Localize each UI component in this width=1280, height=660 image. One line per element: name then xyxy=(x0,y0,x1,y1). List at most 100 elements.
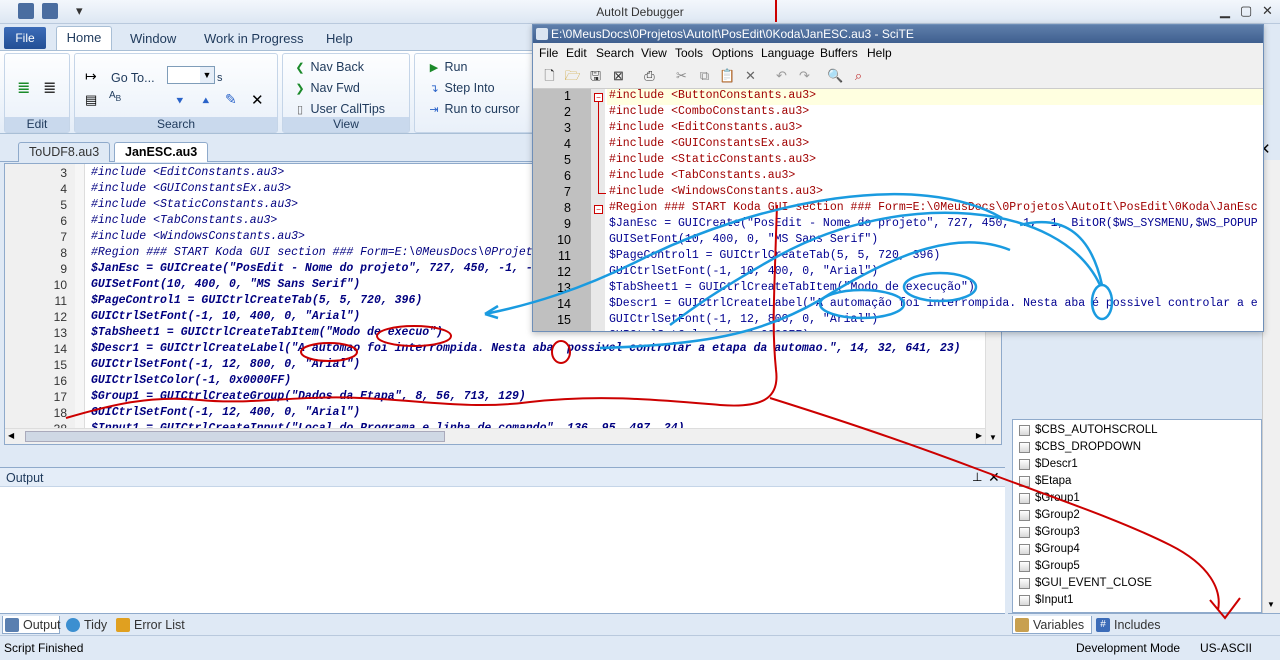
tab-window[interactable]: Window xyxy=(130,31,176,46)
tab-variables[interactable]: Variables xyxy=(1012,616,1092,634)
maximize-icon[interactable]: ▢ xyxy=(1240,3,1252,19)
scite-line[interactable]: 10 GUISetFont(10, 400, 0, "MS Sans Serif"… xyxy=(533,233,1263,249)
tab-work-in-progress[interactable]: Work in Progress xyxy=(204,31,303,46)
tab-help[interactable]: Help xyxy=(326,31,353,46)
menu-options[interactable]: Options xyxy=(712,46,753,60)
goto-button[interactable]: Go To... xyxy=(111,71,155,85)
scite-line[interactable]: 7 #include <WindowsConstants.au3> xyxy=(533,185,1263,201)
editor-horizontal-scrollbar[interactable]: ◀ ▶ xyxy=(5,428,985,444)
tab-error-list[interactable]: Error List xyxy=(114,616,185,634)
find-icon[interactable]: 🔍 xyxy=(827,67,844,84)
undo-icon[interactable]: ↶ xyxy=(773,67,790,84)
scite-line[interactable]: 14 $Descr1 = GUICtrlCreateLabel("A automa… xyxy=(533,297,1263,313)
menu-view[interactable]: View xyxy=(641,46,667,60)
find-prev-icon[interactable]: ⯅ xyxy=(201,94,211,109)
variable-icon xyxy=(1019,442,1030,453)
paste-icon[interactable]: 📋 xyxy=(719,67,736,84)
menu-tools[interactable]: Tools xyxy=(675,46,703,60)
menu-file[interactable]: File xyxy=(539,46,558,60)
pin-icon[interactable]: ⊥ xyxy=(972,470,982,484)
scite-line[interactable]: 8 #Region ### START Koda GUI section ### … xyxy=(533,201,1263,217)
replace-icon[interactable]: ⌕ xyxy=(850,67,867,84)
scite-line[interactable]: 13 $TabSheet1 = GUICtrlCreateTabItem("Mod… xyxy=(533,281,1263,297)
variable-item[interactable]: $Descr1 xyxy=(1017,456,1078,473)
save-icon[interactable]: 🖫 xyxy=(587,67,604,84)
outdent-icon[interactable]: ≣ xyxy=(43,78,56,98)
minimize-icon[interactable]: ▁ xyxy=(1220,3,1230,19)
copy-icon[interactable]: ⧉ xyxy=(696,67,713,84)
redo-icon[interactable]: ↷ xyxy=(796,67,813,84)
new-file-icon[interactable]: 🗋 xyxy=(541,67,558,84)
variable-item[interactable]: $Etapa xyxy=(1017,473,1071,490)
menu-help[interactable]: Help xyxy=(867,46,892,60)
variable-item[interactable]: $CBS_AUTOHSCROLL xyxy=(1017,422,1158,439)
menu-language[interactable]: Language xyxy=(761,46,814,60)
variable-item[interactable]: $Group1 xyxy=(1017,490,1080,507)
tab-home[interactable]: Home xyxy=(56,26,112,50)
variable-item[interactable]: $Input1 xyxy=(1017,592,1073,609)
variable-name: $Etapa xyxy=(1035,475,1072,487)
scroll-down-icon[interactable]: ▼ xyxy=(1267,600,1275,609)
scite-line[interactable]: 3 #include <EditConstants.au3> xyxy=(533,121,1263,137)
scite-line[interactable]: 2 #include <ComboConstants.au3> xyxy=(533,105,1263,121)
cut-icon[interactable]: ✂ xyxy=(673,67,690,84)
horizontal-scroll-thumb[interactable] xyxy=(25,431,445,442)
tab-includes[interactable]: # Includes xyxy=(1094,616,1161,634)
doc-tab-toudf8[interactable]: ToUDF8.au3 xyxy=(18,142,111,162)
scroll-left-icon[interactable]: ◀ xyxy=(8,431,14,440)
scroll-right-icon[interactable]: ▶ xyxy=(976,431,982,440)
output-body[interactable] xyxy=(0,487,1005,613)
scroll-down-icon[interactable]: ▼ xyxy=(989,433,997,442)
scite-line[interactable]: 6 #include <TabConstants.au3> xyxy=(533,169,1263,185)
tab-file[interactable]: File xyxy=(4,27,46,49)
find-icon[interactable]: ▤ xyxy=(85,92,97,108)
scite-line[interactable]: 15 GUICtrlSetFont(-1, 12, 800, 0, "Arial"… xyxy=(533,313,1263,329)
code-text: #include <StaticConstants.au3> xyxy=(91,198,299,211)
scite-line[interactable]: 4 #include <GUIConstantsEx.au3> xyxy=(533,137,1263,153)
variable-item[interactable]: $Group5 xyxy=(1017,558,1080,575)
menu-search[interactable]: Search xyxy=(596,46,634,60)
menu-buffers[interactable]: Buffers xyxy=(820,46,858,60)
variable-item[interactable]: $CBS_DROPDOWN xyxy=(1017,439,1141,456)
variable-item[interactable]: $Group4 xyxy=(1017,541,1080,558)
variable-item[interactable]: $Group2 xyxy=(1017,507,1080,524)
variable-item[interactable]: $GUI_EVENT_CLOSE xyxy=(1017,575,1152,592)
scite-line[interactable]: 16 GUICtrlSetColor(-1, 0x0000FF) xyxy=(533,329,1263,331)
scite-line[interactable]: 12 GUICtrlSetFont(-1, 10, 400, 0, "Arial"… xyxy=(533,265,1263,281)
line-number: 4 xyxy=(60,182,67,196)
scite-editor[interactable]: − − 1 #include <ButtonConstants.au3> 2 #inc… xyxy=(533,89,1263,331)
group-view: ❮ Nav Back ❯ Nav Fwd ▯ User CallTips Vie… xyxy=(282,53,410,133)
close-file-icon[interactable]: ⊠ xyxy=(610,67,627,84)
nav-back-button[interactable]: ❮ Nav Back xyxy=(293,60,364,74)
variables-panel[interactable]: $CBS_AUTOHSCROLL $CBS_DROPDOWN $Descr1 $Eta… xyxy=(1012,419,1262,613)
delete-icon[interactable]: ✕ xyxy=(742,67,759,84)
scite-window[interactable]: E:\0MeusDocs\0Projetos\AutoIt\PosEdit\0K… xyxy=(532,24,1264,332)
variable-item[interactable]: $Group3 xyxy=(1017,524,1080,541)
close-icon[interactable]: ✕ xyxy=(1262,3,1273,19)
tab-output[interactable]: Output xyxy=(2,616,61,634)
indent-icon[interactable]: ≣ xyxy=(17,78,30,98)
find-next-icon[interactable]: ⯆ xyxy=(175,94,185,109)
output-close-icon[interactable]: ✕ xyxy=(988,469,1000,486)
nav-fwd-button[interactable]: ❯ Nav Fwd xyxy=(293,81,359,95)
doc-tab-janesc[interactable]: JanESC.au3 xyxy=(114,142,209,162)
scite-line[interactable]: 9 $JanEsc = GUICreate("PosEdit - Nome do … xyxy=(533,217,1263,233)
scite-line[interactable]: 1 #include <ButtonConstants.au3> xyxy=(533,89,1263,105)
scite-line[interactable]: 11 $PageControl1 = GUICtrlCreateTab(5, 5,… xyxy=(533,249,1263,265)
chevron-down-icon[interactable]: ▼ xyxy=(200,67,214,83)
user-calltips-button[interactable]: ▯ User CallTips xyxy=(293,102,385,116)
run-button[interactable]: ▶ Run xyxy=(427,60,468,74)
replace-icon[interactable]: AB xyxy=(109,90,121,103)
step-into-button[interactable]: ↴ Step Into xyxy=(427,81,494,95)
open-folder-icon[interactable]: 🗁 xyxy=(564,67,581,84)
clear-marks-icon[interactable]: ✕ xyxy=(251,91,264,109)
print-icon[interactable]: ⎙ xyxy=(641,67,658,84)
tab-tidy[interactable]: Tidy xyxy=(64,616,107,634)
scite-line[interactable]: 5 #include <StaticConstants.au3> xyxy=(533,153,1263,169)
run-to-cursor-button[interactable]: ⇥ Run to cursor xyxy=(427,102,519,116)
highlight-icon[interactable]: ✎ xyxy=(225,91,237,108)
menu-edit[interactable]: Edit xyxy=(566,46,587,60)
goto-line-input[interactable]: ▼ xyxy=(167,66,215,84)
variables-scrollbar[interactable]: ▼ xyxy=(1262,160,1280,613)
variable-name: $Group3 xyxy=(1035,526,1080,538)
